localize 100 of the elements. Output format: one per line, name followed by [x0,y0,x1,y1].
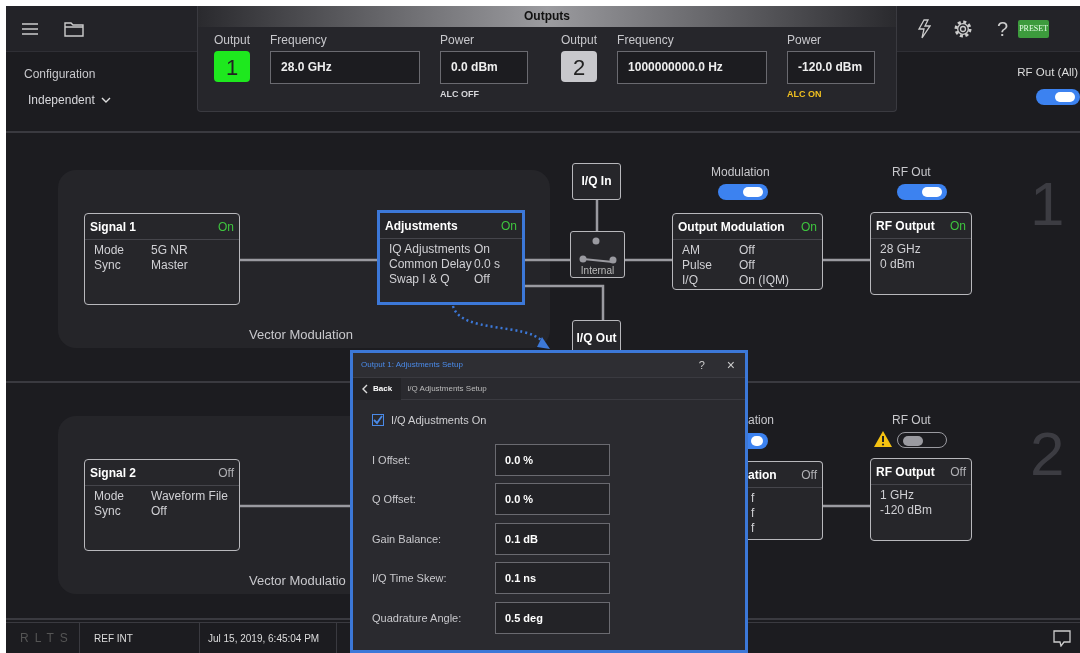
block-title: Signal 1 [90,219,136,236]
toggle-switch[interactable] [748,433,768,449]
breadcrumb: I/Q Adjustments Setup [406,382,487,395]
connector-line [823,258,870,262]
modulation-label: ation [748,412,775,429]
help-button[interactable]: ? [696,354,707,376]
signal-block[interactable]: Signal 2 Off Mode Waveform File Sync Off [84,459,240,551]
row-label: Mode [94,243,126,258]
output-select-button[interactable]: 1 [214,51,250,82]
frequency-field[interactable]: 28.0 GHz [270,51,421,84]
lightning-icon[interactable] [917,18,931,39]
alc-status: ALC ON [787,88,822,101]
field-label: I/Q Time Skew: [372,571,448,586]
rf-out-all-label: RF Out (All) [1017,65,1078,80]
frequency-label: Frequency [617,32,674,49]
field-label: Q Offset: [372,492,417,507]
group-label: Vector Modulation [249,326,354,344]
row-label: IQ Adjustments [389,242,472,257]
row-value: Waveform File [151,489,228,504]
menu-icon[interactable] [22,22,38,35]
output-reading: 1 GHz [879,488,915,503]
block-status: On [501,218,517,235]
row-value: 0.0 s [474,257,500,272]
block-title: RF Output [876,218,935,235]
toggle-switch[interactable] [1036,89,1080,106]
block-status: On [950,218,966,235]
connector-line [525,258,572,262]
configuration-dropdown[interactable]: Independent [6,83,111,109]
toggle-switch[interactable] [897,432,947,448]
chevron-down-icon [100,97,111,103]
adjustments-block[interactable]: Adjustments On IQ Adjustments On Common Delay 0.0 s Swap I & Q Off [377,210,525,305]
power-field[interactable]: -120.0 dBm [787,51,876,84]
row-label: Sync [94,504,122,519]
frequency-field[interactable]: 1000000000.0 Hz [617,51,768,84]
input-field[interactable]: 0.0 % [495,443,610,476]
row-value: f [751,521,755,536]
signal-block[interactable]: Signal 1 On Mode 5G NR Sync Master [84,213,240,305]
row-value: On (IQM) [739,273,789,288]
toggle-switch[interactable] [897,184,947,200]
output-modulation-block[interactable]: Output Modulation On AM Off Pulse Off I/Q On (IQM) [672,213,823,290]
row-value: Off [474,272,490,287]
row-label: Common Delay [389,257,473,272]
iq-in-port[interactable]: I/Q In [572,163,621,200]
power-field[interactable]: 0.0 dBm [440,51,529,84]
toggle-switch[interactable] [718,184,768,200]
row-value: On [474,242,490,257]
back-button[interactable]: Back [353,377,402,400]
input-field[interactable]: 0.1 ns [495,562,610,595]
field-label: Gain Balance: [372,531,443,547]
rf-output-block[interactable]: RF Output On 28 GHz 0 dBm [870,212,972,295]
block-title: RF Output [876,464,935,481]
reference-status: REF INT [94,631,133,646]
alc-status: ALC OFF [440,88,480,101]
help-button[interactable]: ? [997,13,1009,44]
input-field[interactable]: 0.1 dB [495,522,610,555]
input-field[interactable]: 0.0 % [495,483,610,516]
output-reading: 28 GHz [879,242,922,257]
frequency-label: Frequency [270,32,327,49]
block-status: Off [950,464,966,481]
block-title: ation [748,467,777,484]
chevron-left-icon [362,383,368,394]
rf-out-label: RF Out [892,164,931,181]
block-status: On [801,219,817,236]
checkbox-label: I/Q Adjustments On [391,412,487,428]
output-select-button[interactable]: 2 [561,51,598,82]
row-value: Master [151,258,188,273]
modulation-label: Modulation [711,164,770,181]
close-button[interactable]: × [724,354,737,376]
checkbox[interactable] [372,414,384,426]
settings-icon[interactable] [953,18,973,39]
block-title: Signal 2 [90,465,136,482]
switch-block[interactable]: Internal [570,231,625,278]
row-value: f [751,491,755,506]
block-status: Off [801,467,817,484]
date-time: Jul 15, 2019, 6:45:04 PM [208,631,320,646]
status-indicators: RLTS [20,630,74,647]
row-label: Mode [94,489,126,504]
configuration-label: Configuration [23,66,97,83]
row-value: f [751,506,755,521]
switch-label: Internal [579,265,616,276]
row-label: Pulse [682,258,714,273]
row-value: Off [151,504,167,519]
block-status: Off [218,465,234,482]
rf-output-block[interactable]: RF Output Off 1 GHz -120 dBm [870,458,972,541]
output-reading: 0 dBm [879,257,916,272]
row-value: Off [739,243,755,258]
field-label: Quadrature Angle: [372,610,463,626]
folder-icon[interactable] [64,20,84,37]
input-field[interactable]: 0.5 deg [495,601,610,634]
output-modulation-block[interactable]: ation Off f f f [748,461,823,540]
power-label: Power [787,32,822,49]
row-label: Swap I & Q [389,272,451,287]
row-value: 5G NR [151,243,188,258]
chat-icon[interactable] [1053,629,1071,647]
row-value: Off [739,258,755,273]
row-label: Sync [94,258,122,273]
group-label: Vector Modulatio [249,572,346,590]
output-label: Output [561,32,598,49]
block-status: On [218,219,234,236]
output-reading: -120 dBm [879,503,934,518]
